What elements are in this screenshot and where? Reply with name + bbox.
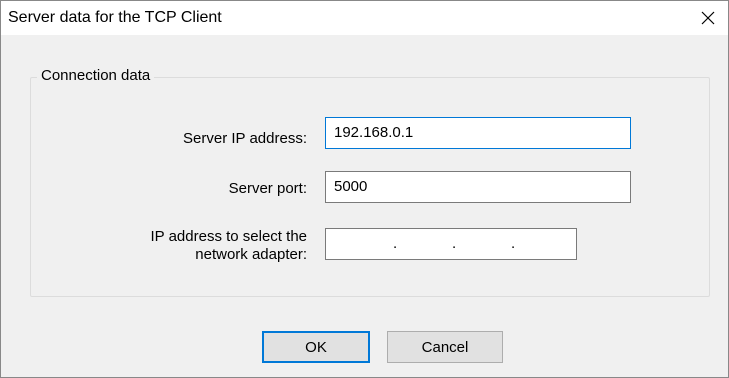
adapter-ip-input[interactable]: . . . [325, 228, 577, 260]
adapter-ip-label: IP address to select the network adapter… [150, 228, 307, 263]
cancel-button-label: Cancel [421, 338, 469, 356]
server-port-input[interactable]: 5000 [325, 171, 631, 203]
close-icon [701, 11, 715, 25]
dialog-window: Server data for the TCP Client Connectio… [0, 0, 729, 378]
server-port-label: Server port: [228, 180, 307, 197]
dialog-body: Connection data Server IP address: 192.1… [1, 35, 728, 377]
ip-separator: . [452, 235, 457, 252]
close-button[interactable] [688, 1, 728, 35]
window-title: Server data for the TCP Client [8, 9, 222, 26]
server-ip-label: Server IP address: [183, 130, 307, 147]
ok-button[interactable]: OK [262, 331, 370, 363]
ok-button-label: OK [305, 338, 327, 356]
group-legend: Connection data [37, 67, 155, 84]
title-bar: Server data for the TCP Client [1, 1, 728, 35]
server-ip-input[interactable]: 192.168.0.1 [325, 117, 631, 149]
ip-separator: . [393, 235, 398, 252]
cancel-button[interactable]: Cancel [387, 331, 503, 363]
ip-separator: . [511, 235, 516, 252]
